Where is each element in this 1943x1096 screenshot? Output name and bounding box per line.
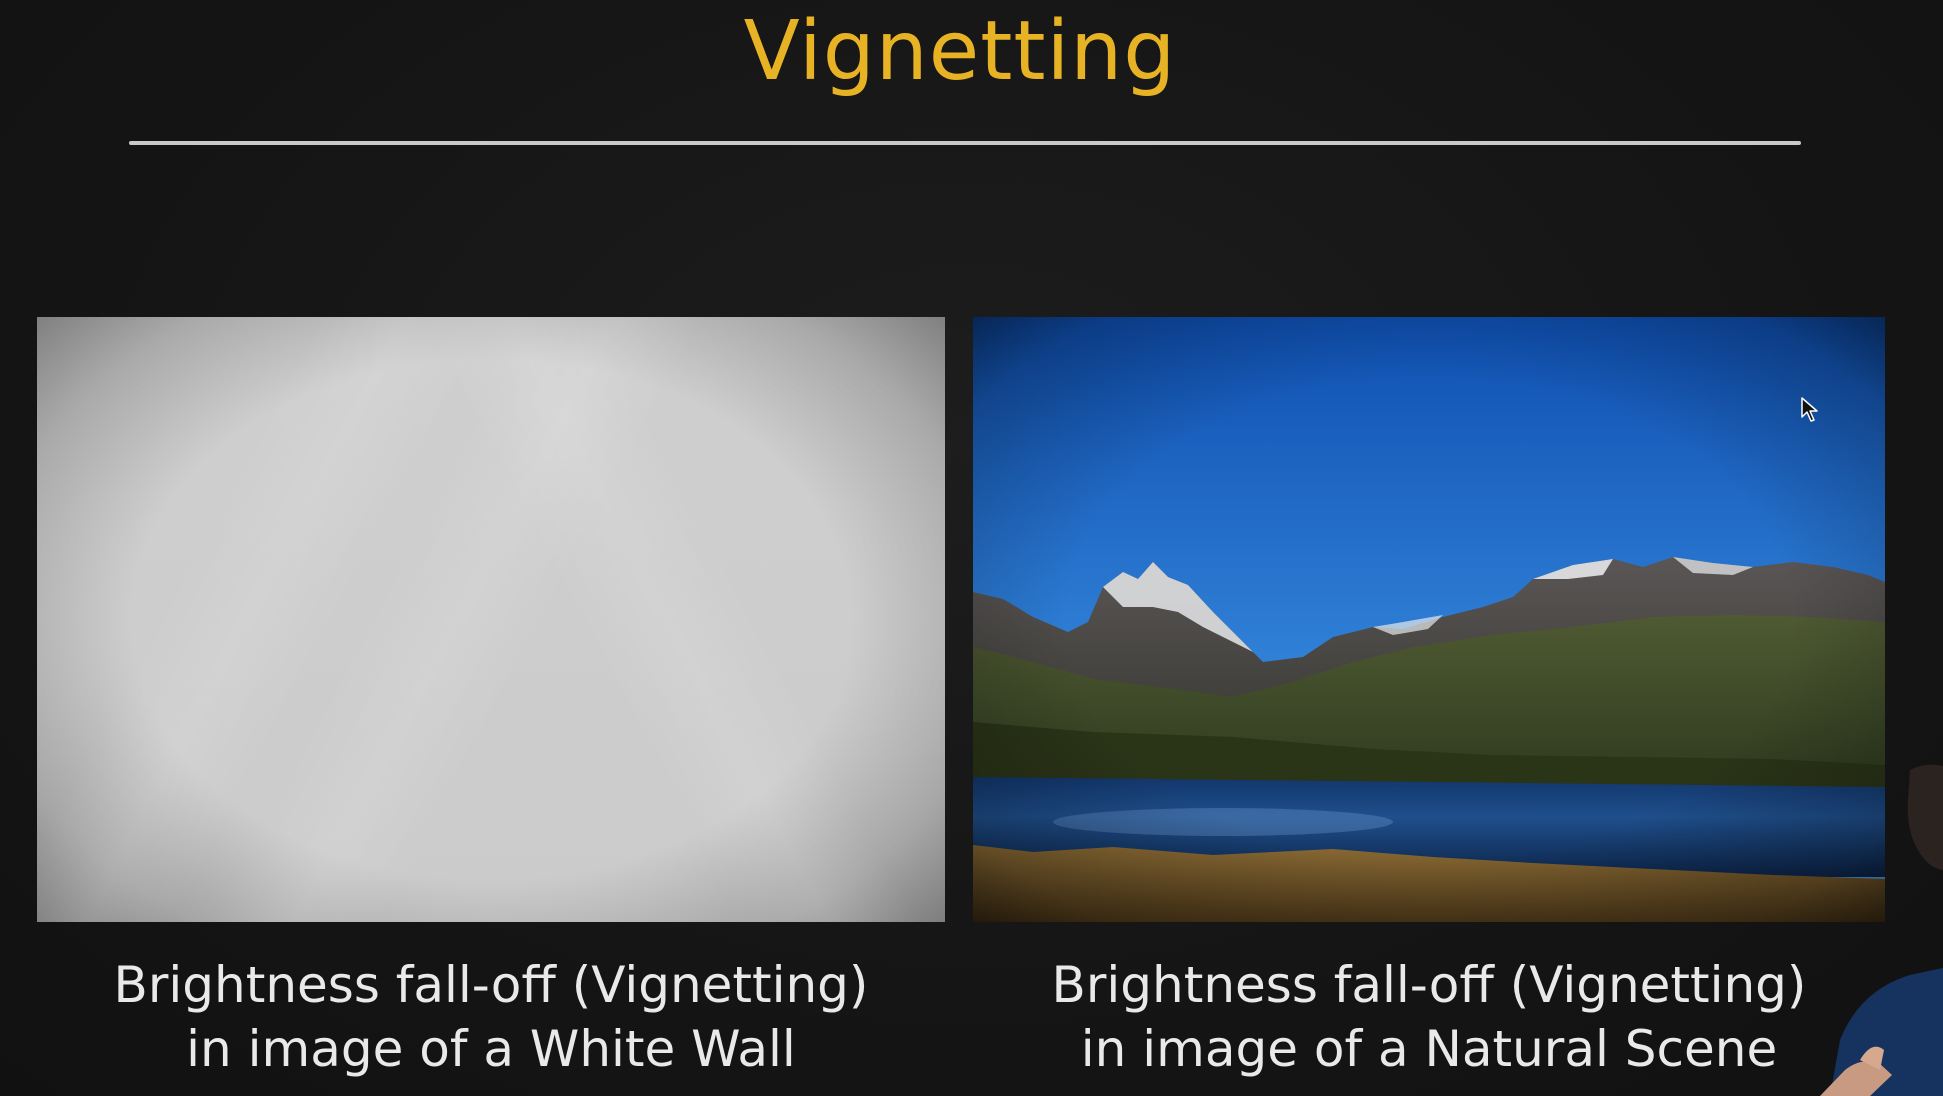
natural-scene-caption-line2: in image of a Natural Scene [1080, 1020, 1778, 1078]
natural-scene-caption-line1: Brightness fall-off (Vignetting) [1051, 956, 1807, 1014]
mouse-pointer-icon [1801, 397, 1819, 423]
white-wall-caption: Brightness fall-off (Vignetting) in imag… [37, 953, 945, 1081]
white-wall-caption-line2: in image of a White Wall [186, 1020, 796, 1078]
title-divider [129, 141, 1801, 145]
natural-scene-caption: Brightness fall-off (Vignetting) in imag… [973, 953, 1885, 1081]
white-wall-caption-line1: Brightness fall-off (Vignetting) [113, 956, 869, 1014]
presenter-video-overlay [1800, 740, 1943, 1096]
slide-title: Vignetting [743, 4, 1177, 99]
slide: Vignetting Brightness fall-off (Vignetti… [0, 0, 1943, 1096]
white-wall-image [37, 317, 945, 922]
natural-scene-image [973, 317, 1885, 922]
